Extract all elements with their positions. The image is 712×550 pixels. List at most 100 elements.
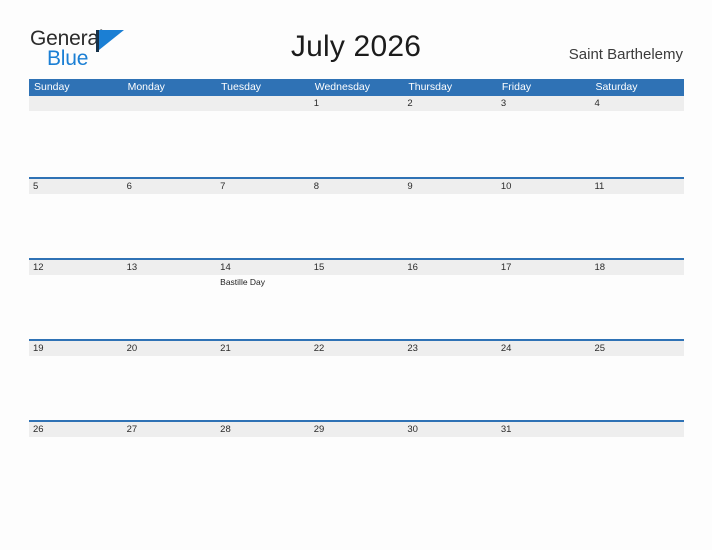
day-events bbox=[314, 111, 400, 113]
day-cell[interactable]: 3 bbox=[497, 96, 591, 177]
day-number: 12 bbox=[33, 262, 44, 273]
weekday-header-monday: Monday bbox=[127, 81, 165, 93]
weekday-header-saturday: Saturday bbox=[595, 81, 638, 93]
day-events bbox=[407, 194, 493, 196]
day-cell[interactable]: 24 bbox=[497, 341, 591, 422]
day-cell[interactable]: 6 bbox=[123, 179, 217, 260]
week-cells: 19 20 21 22 23 24 25 bbox=[29, 341, 684, 422]
weekday-header-sunday: Sunday bbox=[34, 81, 70, 93]
day-cell[interactable]: 8 bbox=[310, 179, 404, 260]
day-events bbox=[501, 437, 587, 439]
day-number: 4 bbox=[594, 98, 600, 109]
weekday-header-thursday: Thursday bbox=[408, 81, 453, 93]
day-events bbox=[127, 194, 213, 196]
day-events bbox=[594, 111, 680, 113]
day-events bbox=[33, 275, 119, 277]
weekday-header-tuesday: Tuesday bbox=[221, 81, 262, 93]
week-cells: 26 27 28 29 30 31 bbox=[29, 422, 684, 503]
week-cells: 1 2 3 4 bbox=[29, 96, 684, 177]
day-cell[interactable] bbox=[216, 96, 310, 177]
day-number bbox=[33, 96, 119, 111]
day-number: 7 bbox=[220, 181, 226, 192]
day-number: 17 bbox=[500, 262, 512, 273]
day-number: 30 bbox=[407, 424, 418, 435]
calendar-week-row: 1 2 3 4 bbox=[29, 96, 684, 177]
day-cell[interactable]: 22 bbox=[310, 341, 404, 422]
day-events bbox=[314, 194, 400, 196]
day-cell[interactable]: 11 bbox=[590, 179, 684, 260]
day-cell[interactable]: 21 bbox=[216, 341, 310, 422]
day-cell[interactable]: 31 bbox=[497, 422, 591, 503]
weekday-header-row: Sunday Monday Tuesday Wednesday Thursday… bbox=[29, 79, 684, 96]
day-cell[interactable]: 7 bbox=[216, 179, 310, 260]
day-number: 1 bbox=[313, 98, 320, 109]
day-events bbox=[33, 356, 119, 358]
day-cell[interactable]: 15 bbox=[310, 260, 404, 341]
day-cell[interactable]: 9 bbox=[403, 179, 497, 260]
day-cell[interactable]: 4 bbox=[590, 96, 684, 177]
day-number bbox=[594, 422, 680, 437]
day-number: 2 bbox=[407, 98, 413, 109]
day-number: 18 bbox=[594, 262, 606, 273]
week-cells: 12 13 14 Bastille Day 15 16 17 18 bbox=[29, 260, 684, 341]
calendar-weeks: 1 2 3 4 5 6 7 8 9 10 11 12 13 14 Bastille Day 15 16 17 18 1… bbox=[29, 96, 684, 501]
day-events bbox=[127, 111, 213, 113]
day-events bbox=[127, 275, 213, 277]
day-cell[interactable]: 25 bbox=[590, 341, 684, 422]
day-cell[interactable]: 1 bbox=[310, 96, 404, 177]
day-cell[interactable]: 14 Bastille Day bbox=[216, 260, 310, 341]
day-number: 3 bbox=[500, 98, 507, 109]
day-cell[interactable]: 16 bbox=[403, 260, 497, 341]
day-cell[interactable] bbox=[29, 96, 123, 177]
day-number: 8 bbox=[313, 181, 320, 192]
day-number: 6 bbox=[126, 181, 132, 192]
day-cell[interactable] bbox=[123, 96, 217, 177]
region-label: Saint Barthelemy bbox=[568, 46, 683, 63]
day-number: 5 bbox=[33, 181, 39, 192]
day-events bbox=[220, 194, 306, 196]
day-number: 21 bbox=[220, 343, 231, 354]
day-cell[interactable]: 12 bbox=[29, 260, 123, 341]
day-number: 16 bbox=[407, 262, 418, 273]
calendar-grid: Sunday Monday Tuesday Wednesday Thursday… bbox=[29, 79, 684, 501]
day-cell[interactable] bbox=[590, 422, 684, 503]
week-cells: 5 6 7 8 9 10 11 bbox=[29, 179, 684, 260]
weekday-header-wednesday: Wednesday bbox=[314, 81, 370, 93]
day-events bbox=[220, 356, 306, 358]
day-cell[interactable]: 29 bbox=[310, 422, 404, 503]
day-events bbox=[127, 356, 213, 358]
day-cell[interactable]: 10 bbox=[497, 179, 591, 260]
day-event[interactable]: Bastille Day bbox=[220, 277, 306, 288]
day-events bbox=[33, 194, 119, 196]
day-cell[interactable]: 5 bbox=[29, 179, 123, 260]
day-cell[interactable]: 17 bbox=[497, 260, 591, 341]
day-events bbox=[407, 356, 493, 358]
day-events bbox=[594, 356, 680, 358]
day-cell[interactable]: 27 bbox=[123, 422, 217, 503]
day-events: Bastille Day bbox=[220, 275, 306, 288]
day-cell[interactable]: 26 bbox=[29, 422, 123, 503]
day-cell[interactable]: 30 bbox=[403, 422, 497, 503]
day-events bbox=[594, 275, 680, 277]
day-events bbox=[314, 437, 400, 439]
day-number: 24 bbox=[500, 343, 512, 354]
day-cell[interactable]: 19 bbox=[29, 341, 123, 422]
day-events bbox=[314, 356, 400, 358]
day-events bbox=[407, 111, 493, 113]
day-number: 10 bbox=[500, 181, 512, 192]
calendar-week-row: 12 13 14 Bastille Day 15 16 17 18 bbox=[29, 258, 684, 339]
day-number: 9 bbox=[407, 181, 413, 192]
day-cell[interactable]: 13 bbox=[123, 260, 217, 341]
day-number: 28 bbox=[220, 424, 231, 435]
day-cell[interactable]: 18 bbox=[590, 260, 684, 341]
day-cell[interactable]: 28 bbox=[216, 422, 310, 503]
day-cell[interactable]: 20 bbox=[123, 341, 217, 422]
day-cell[interactable]: 23 bbox=[403, 341, 497, 422]
day-events bbox=[127, 437, 213, 439]
day-events bbox=[594, 194, 680, 196]
day-number: 25 bbox=[594, 343, 606, 354]
page-header: General Blue July 2026 Saint Barthelemy bbox=[0, 0, 712, 79]
day-cell[interactable]: 2 bbox=[403, 96, 497, 177]
day-events bbox=[501, 356, 587, 358]
day-events bbox=[220, 437, 306, 439]
